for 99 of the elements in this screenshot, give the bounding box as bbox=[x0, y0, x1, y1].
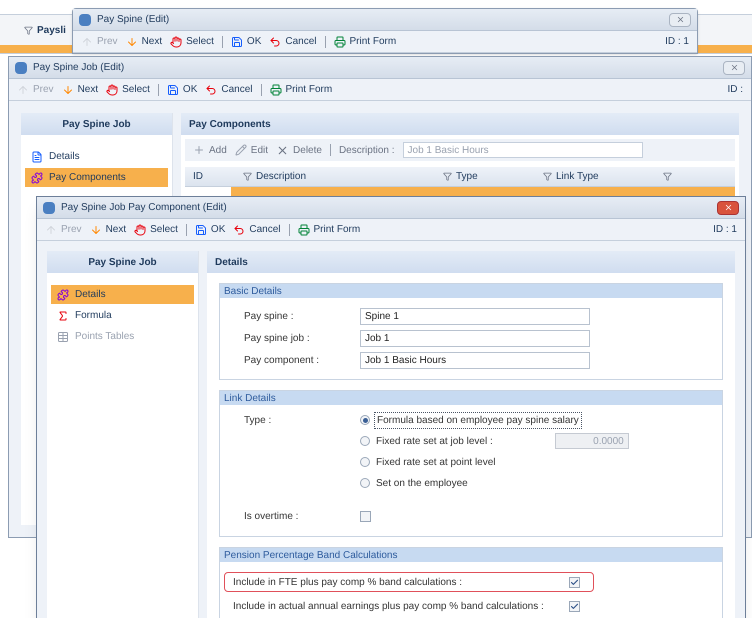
column-header[interactable]: Type bbox=[435, 169, 535, 184]
back-arrow-icon bbox=[205, 84, 218, 96]
radio-button[interactable] bbox=[360, 436, 370, 446]
radio-label: Fixed rate set at point level bbox=[375, 456, 497, 470]
field-label: Description : bbox=[338, 144, 395, 158]
option-label: Include in actual annual earnings plus pay comp % band calculations : bbox=[233, 600, 545, 614]
record-id: ID : bbox=[727, 83, 743, 97]
down-arrow-icon bbox=[90, 224, 102, 236]
field-label: Type : bbox=[244, 414, 272, 428]
panel-header: Details bbox=[207, 251, 735, 273]
field-label: Pay spine : bbox=[244, 310, 294, 324]
save-icon bbox=[194, 224, 207, 236]
close-icon bbox=[730, 63, 738, 72]
plus-icon bbox=[193, 144, 205, 156]
record-id: ID : 1 bbox=[665, 35, 689, 49]
document-icon bbox=[31, 150, 43, 162]
save-icon bbox=[230, 36, 243, 48]
close-button[interactable] bbox=[717, 200, 739, 214]
toolbar-button[interactable]: Next bbox=[126, 34, 162, 49]
sidebar-header: Pay Spine Job bbox=[21, 113, 172, 135]
radio-label: Set on the employee bbox=[375, 476, 469, 490]
down-arrow-icon bbox=[62, 84, 74, 96]
printer-icon bbox=[334, 36, 346, 48]
field-label: Pay component : bbox=[244, 354, 320, 368]
window-title: Pay Spine Job Pay Component (Edit) bbox=[61, 201, 227, 215]
delete-icon bbox=[276, 144, 290, 156]
group-header: Link Details bbox=[220, 391, 722, 405]
window-title: Pay Spine (Edit) bbox=[97, 13, 170, 27]
up-arrow-icon bbox=[45, 224, 57, 236]
group-header: Basic Details bbox=[220, 284, 722, 298]
sidebar-item[interactable]: Pay Components bbox=[25, 168, 168, 187]
record-id: ID : 1 bbox=[713, 223, 737, 237]
puzzle-icon bbox=[31, 172, 43, 184]
toolbar-button[interactable]: Next bbox=[62, 82, 98, 97]
radio-button[interactable] bbox=[360, 415, 370, 425]
column-header[interactable]: ID bbox=[185, 169, 235, 184]
window-icon bbox=[43, 202, 55, 214]
toolbar-button[interactable]: Select bbox=[134, 222, 178, 237]
pencil-icon bbox=[234, 144, 247, 156]
toolbar-button[interactable]: Print Form bbox=[270, 82, 332, 97]
down-arrow-icon bbox=[126, 36, 138, 48]
sidebar-item[interactable]: Formula bbox=[51, 306, 194, 325]
filter-icon bbox=[663, 172, 672, 181]
group-header: Pension Percentage Band Calculations bbox=[220, 548, 722, 562]
hand-icon bbox=[170, 36, 182, 48]
toolbar-button[interactable]: Next bbox=[90, 222, 126, 237]
checkbox[interactable] bbox=[360, 511, 371, 522]
check-icon bbox=[570, 602, 579, 610]
sidebar-item[interactable]: Details bbox=[25, 147, 168, 166]
filter-icon bbox=[543, 172, 552, 181]
checkbox[interactable] bbox=[569, 576, 580, 588]
toolbar-button[interactable]: Select bbox=[106, 82, 150, 97]
printer-icon bbox=[270, 84, 282, 96]
save-icon bbox=[166, 84, 179, 96]
filter-icon bbox=[243, 172, 252, 181]
close-icon bbox=[724, 203, 732, 212]
toolbar-button[interactable]: Cancel bbox=[205, 82, 253, 97]
up-arrow-icon bbox=[17, 84, 29, 96]
window-icon bbox=[79, 14, 91, 26]
column-header[interactable]: Description bbox=[235, 169, 435, 184]
window-icon bbox=[15, 62, 27, 74]
column-header: Paysli bbox=[37, 24, 66, 38]
checkbox[interactable] bbox=[569, 600, 580, 612]
back-arrow-icon bbox=[269, 36, 282, 48]
check-icon bbox=[570, 578, 579, 586]
sigma-icon bbox=[57, 310, 69, 322]
back-arrow-icon bbox=[233, 224, 246, 236]
window-title: Pay Spine Job (Edit) bbox=[33, 61, 124, 75]
column-header[interactable]: Link Type bbox=[535, 169, 655, 184]
panel-header: Pay Components bbox=[181, 113, 739, 135]
field-label: Pay spine job : bbox=[244, 332, 311, 346]
toolbar-button[interactable]: Print Form bbox=[298, 222, 360, 237]
toolbar-button[interactable]: OK bbox=[194, 222, 226, 237]
toolbar-button[interactable]: Cancel bbox=[269, 34, 317, 49]
toolbar-button[interactable]: Select bbox=[170, 34, 214, 49]
filter-icon bbox=[24, 26, 33, 35]
toolbar-button[interactable]: Cancel bbox=[233, 222, 281, 237]
sidebar-header: Pay Spine Job bbox=[47, 251, 198, 273]
close-icon bbox=[676, 15, 684, 24]
field-label: Is overtime : bbox=[244, 510, 300, 524]
radio-label: Fixed rate set at job level : bbox=[375, 434, 494, 448]
filter-icon bbox=[443, 172, 452, 181]
radio-label: Formula based on employee pay spine salary bbox=[374, 412, 582, 428]
printer-icon bbox=[298, 224, 310, 236]
option-label: Include in FTE plus pay comp % band calculations : bbox=[233, 576, 464, 590]
text-field[interactable]: Job 1 Basic Hours bbox=[360, 352, 590, 369]
toolbar-button[interactable]: OK bbox=[166, 82, 198, 97]
radio-button[interactable] bbox=[360, 478, 370, 488]
hand-icon bbox=[134, 224, 146, 236]
text-field[interactable]: Job 1 bbox=[360, 330, 590, 347]
toolbar-button[interactable]: Print Form bbox=[334, 34, 396, 49]
up-arrow-icon bbox=[81, 36, 93, 48]
radio-button[interactable] bbox=[360, 457, 370, 467]
puzzle-icon bbox=[57, 288, 69, 300]
toolbar-button[interactable]: OK bbox=[230, 34, 262, 49]
sidebar-item[interactable]: Details bbox=[51, 285, 194, 304]
hand-icon bbox=[106, 84, 118, 96]
text-field[interactable]: Spine 1 bbox=[360, 308, 590, 325]
table-icon bbox=[57, 330, 69, 342]
